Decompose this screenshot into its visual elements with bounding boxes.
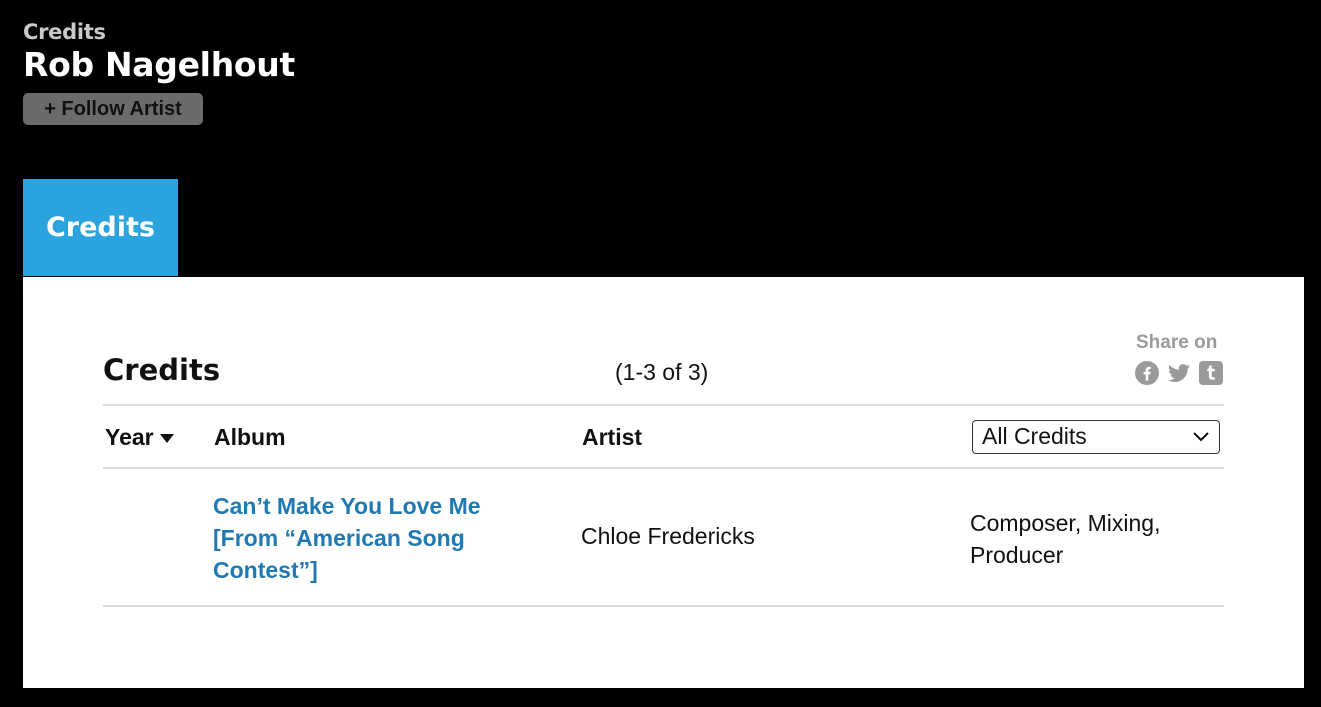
tab-credits[interactable]: Credits [23, 179, 178, 276]
sort-down-icon [159, 434, 174, 444]
album-link[interactable]: Can’t Make You Love Me [From “American S… [213, 490, 533, 586]
header-divider [103, 404, 1224, 406]
columns-divider [103, 467, 1224, 469]
twitter-icon[interactable] [1167, 361, 1191, 385]
share-label: Share on [1136, 332, 1218, 353]
artist-name: Rob Nagelhout [23, 45, 295, 84]
year-column-label: Year [105, 424, 154, 450]
year-column-header[interactable]: Year [105, 424, 174, 451]
credits-filter-select[interactable]: All Credits [972, 420, 1220, 454]
artist-column-header: Artist [582, 424, 643, 450]
facebook-icon[interactable] [1135, 361, 1159, 385]
album-column-header: Album [214, 424, 286, 450]
follow-artist-button[interactable]: + Follow Artist [23, 93, 203, 125]
artist-cell: Chloe Fredericks [581, 523, 755, 549]
chevron-down-icon [1193, 432, 1209, 442]
section-title: Credits [103, 353, 221, 387]
credits-filter-value: All Credits [982, 423, 1087, 449]
results-count: (1-3 of 3) [615, 359, 709, 385]
row-divider [103, 605, 1224, 607]
header-kicker: Credits [23, 20, 106, 44]
credits-panel: Credits (1-3 of 3) Share on Year Album A… [23, 277, 1304, 688]
share-icons [1135, 361, 1223, 385]
tumblr-icon[interactable] [1199, 361, 1223, 385]
roles-cell: Composer, Mixing, Producer [970, 510, 1161, 568]
